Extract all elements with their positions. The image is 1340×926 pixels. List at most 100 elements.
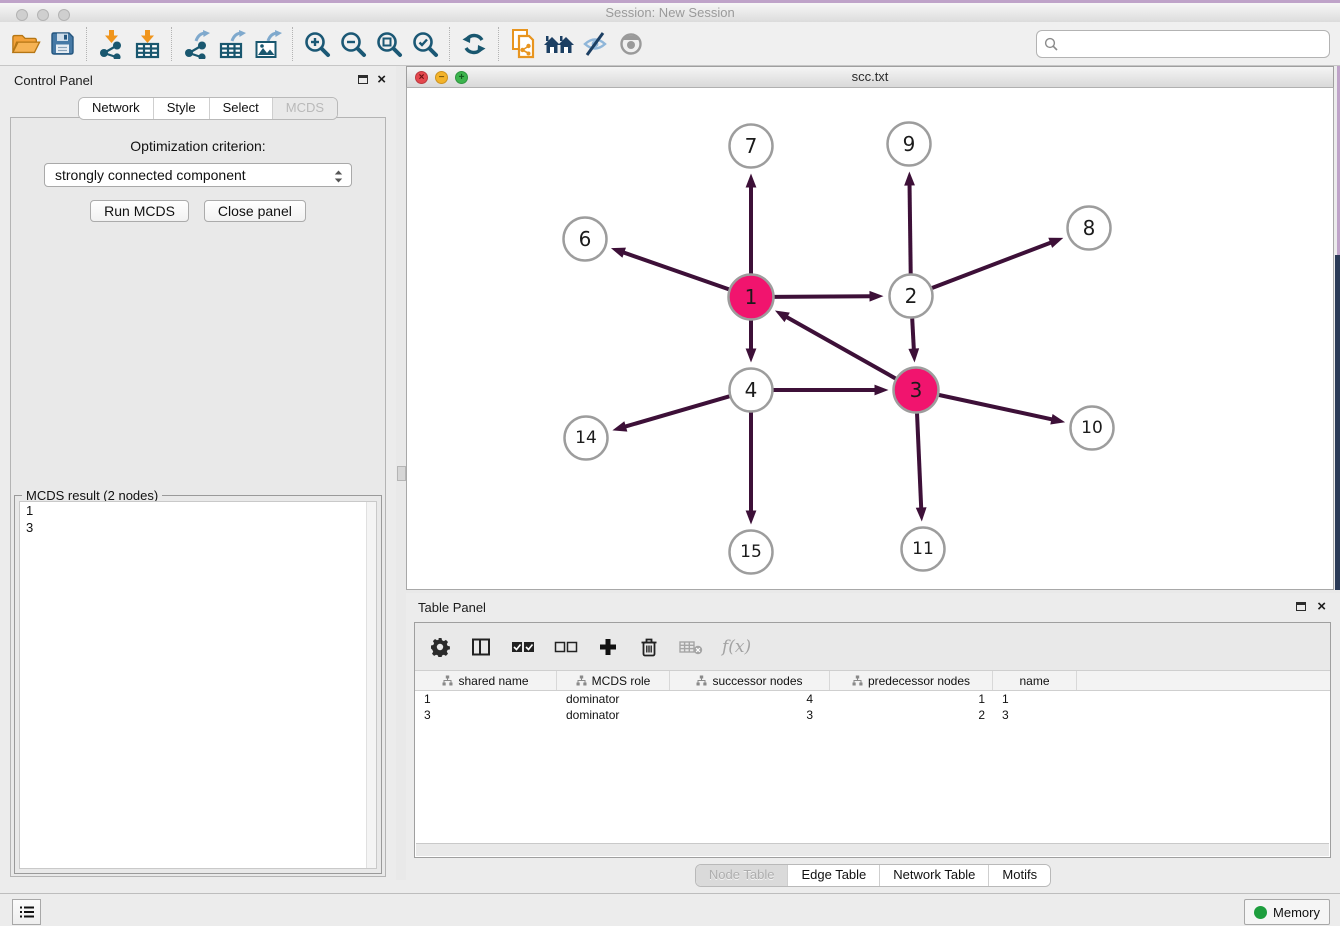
tab-motifs[interactable]: Motifs: [989, 865, 1050, 886]
column-header-successor-nodes[interactable]: successor nodes: [670, 671, 830, 690]
show-graphics-details-icon[interactable]: [613, 26, 649, 62]
graph-edge-3-10[interactable]: [938, 395, 1053, 420]
result-list-scrollbar[interactable]: [366, 502, 376, 868]
attribute-tree-icon: [696, 675, 707, 686]
export-table-icon[interactable]: [214, 26, 250, 62]
vertical-splitter[interactable]: [396, 66, 406, 880]
network-view-window: × − + scc.txt 7968124314101511: [406, 66, 1334, 590]
cell-mcds-role[interactable]: dominator: [557, 707, 670, 723]
mcds-result-item[interactable]: 3: [20, 520, 376, 536]
tab-network-table[interactable]: Network Table: [880, 865, 989, 886]
graph-edge-4-14[interactable]: [624, 396, 729, 427]
graph-edge-2-8[interactable]: [932, 242, 1052, 288]
export-image-icon[interactable]: [250, 26, 286, 62]
dropdown-selected-value: strongly connected component: [55, 167, 246, 183]
graph-node-label: 14: [575, 428, 597, 448]
first-neighbors-icon[interactable]: [541, 26, 577, 62]
clone-network-icon[interactable]: [505, 26, 541, 62]
graph-edge-arrow: [908, 348, 919, 362]
tab-mcds[interactable]: MCDS: [273, 98, 337, 119]
close-panel-icon[interactable]: ×: [1317, 601, 1326, 613]
table-row[interactable]: 1 dominator 4 1 1: [415, 691, 1330, 707]
memory-button[interactable]: Memory: [1244, 899, 1330, 925]
graph-node-label: 3: [910, 378, 923, 402]
window-minimize-button[interactable]: [37, 9, 49, 21]
cell-predecessor-nodes[interactable]: 1: [830, 691, 993, 707]
close-panel-icon[interactable]: ×: [377, 74, 386, 86]
column-header-predecessor-nodes[interactable]: predecessor nodes: [830, 671, 993, 690]
refresh-layout-icon[interactable]: [456, 26, 492, 62]
graph-edge-1-2[interactable]: [773, 296, 871, 297]
cell-successor-nodes[interactable]: 4: [670, 691, 830, 707]
float-panel-icon[interactable]: [358, 75, 368, 84]
network-canvas[interactable]: 7968124314101511: [406, 88, 1334, 590]
unselect-all-columns-icon[interactable]: [554, 635, 578, 659]
graph-node-label: 4: [745, 378, 758, 402]
splitter-handle[interactable]: [397, 466, 406, 481]
hide-graphics-details-icon[interactable]: [577, 26, 613, 62]
mcds-panel: Optimization criterion: strongly connect…: [10, 117, 386, 877]
save-session-icon[interactable]: [44, 26, 80, 62]
table-settings-gear-icon[interactable]: [429, 635, 451, 659]
table-row[interactable]: 3 dominator 3 2 3: [415, 707, 1330, 723]
search-box[interactable]: [1036, 30, 1330, 58]
graph-node-label: 15: [740, 542, 762, 562]
zoom-selected-icon[interactable]: [407, 26, 443, 62]
column-header-shared-name[interactable]: shared name: [415, 671, 557, 690]
zoom-out-icon[interactable]: [335, 26, 371, 62]
delete-column-trash-icon[interactable]: [638, 635, 660, 659]
window-zoom-button[interactable]: [58, 9, 70, 21]
open-session-icon[interactable]: [8, 26, 44, 62]
tab-select[interactable]: Select: [210, 98, 273, 119]
select-all-columns-icon[interactable]: [511, 635, 535, 659]
graph-edge-2-3[interactable]: [912, 318, 914, 350]
create-column-plus-icon[interactable]: [597, 635, 619, 659]
search-input[interactable]: [1058, 33, 1329, 55]
run-mcds-button[interactable]: Run MCDS: [90, 200, 189, 222]
close-panel-button[interactable]: Close panel: [204, 200, 306, 222]
graph-edge-3-1[interactable]: [785, 316, 896, 379]
task-history-button[interactable]: [12, 899, 41, 925]
window-close-button[interactable]: [16, 9, 28, 21]
tab-network[interactable]: Network: [79, 98, 154, 119]
mcds-result-item[interactable]: 1: [20, 503, 376, 519]
memory-status-icon: [1254, 906, 1267, 919]
tab-node-table[interactable]: Node Table: [696, 865, 789, 886]
zoom-in-icon[interactable]: [299, 26, 335, 62]
cell-shared-name[interactable]: 1: [415, 691, 557, 707]
cell-mcds-role[interactable]: dominator: [557, 691, 670, 707]
tab-style[interactable]: Style: [154, 98, 210, 119]
function-builder-icon: f(x): [722, 635, 751, 659]
network-maximize-icon[interactable]: +: [455, 71, 468, 84]
cell-name[interactable]: 3: [993, 707, 1077, 723]
network-window-titlebar: × − + scc.txt: [406, 66, 1334, 88]
toolbar-separator: [498, 27, 499, 61]
optimization-criterion-select[interactable]: strongly connected component: [44, 163, 352, 187]
cell-predecessor-nodes[interactable]: 2: [830, 707, 993, 723]
network-minimize-icon[interactable]: −: [435, 71, 448, 84]
toggle-column-panel-icon[interactable]: [470, 635, 492, 659]
cell-name[interactable]: 1: [993, 691, 1077, 707]
control-panel-title: Control Panel: [14, 73, 93, 88]
column-header-name[interactable]: name: [993, 671, 1077, 690]
memory-label: Memory: [1273, 905, 1320, 920]
zoom-fit-icon[interactable]: [371, 26, 407, 62]
graph-edge-2-9[interactable]: [910, 183, 911, 273]
graph-edge-1-6[interactable]: [622, 252, 729, 290]
table-scrollbar-strip[interactable]: [416, 843, 1329, 856]
toolbar-separator: [171, 27, 172, 61]
graph-edge-3-11[interactable]: [917, 412, 921, 509]
import-table-icon[interactable]: [129, 26, 165, 62]
cell-shared-name[interactable]: 3: [415, 707, 557, 723]
graph-edge-arrow: [1050, 414, 1065, 425]
tab-edge-table[interactable]: Edge Table: [788, 865, 880, 886]
cell-successor-nodes[interactable]: 3: [670, 707, 830, 723]
float-panel-icon[interactable]: [1296, 602, 1306, 611]
network-close-icon[interactable]: ×: [415, 71, 428, 84]
import-network-icon[interactable]: [93, 26, 129, 62]
export-network-icon[interactable]: [178, 26, 214, 62]
graph-edge-arrow: [746, 511, 757, 525]
mcds-result-list[interactable]: 1 3: [19, 501, 377, 869]
column-header-mcds-role[interactable]: MCDS role: [557, 671, 670, 690]
table-panel: Table Panel ×: [406, 593, 1340, 893]
